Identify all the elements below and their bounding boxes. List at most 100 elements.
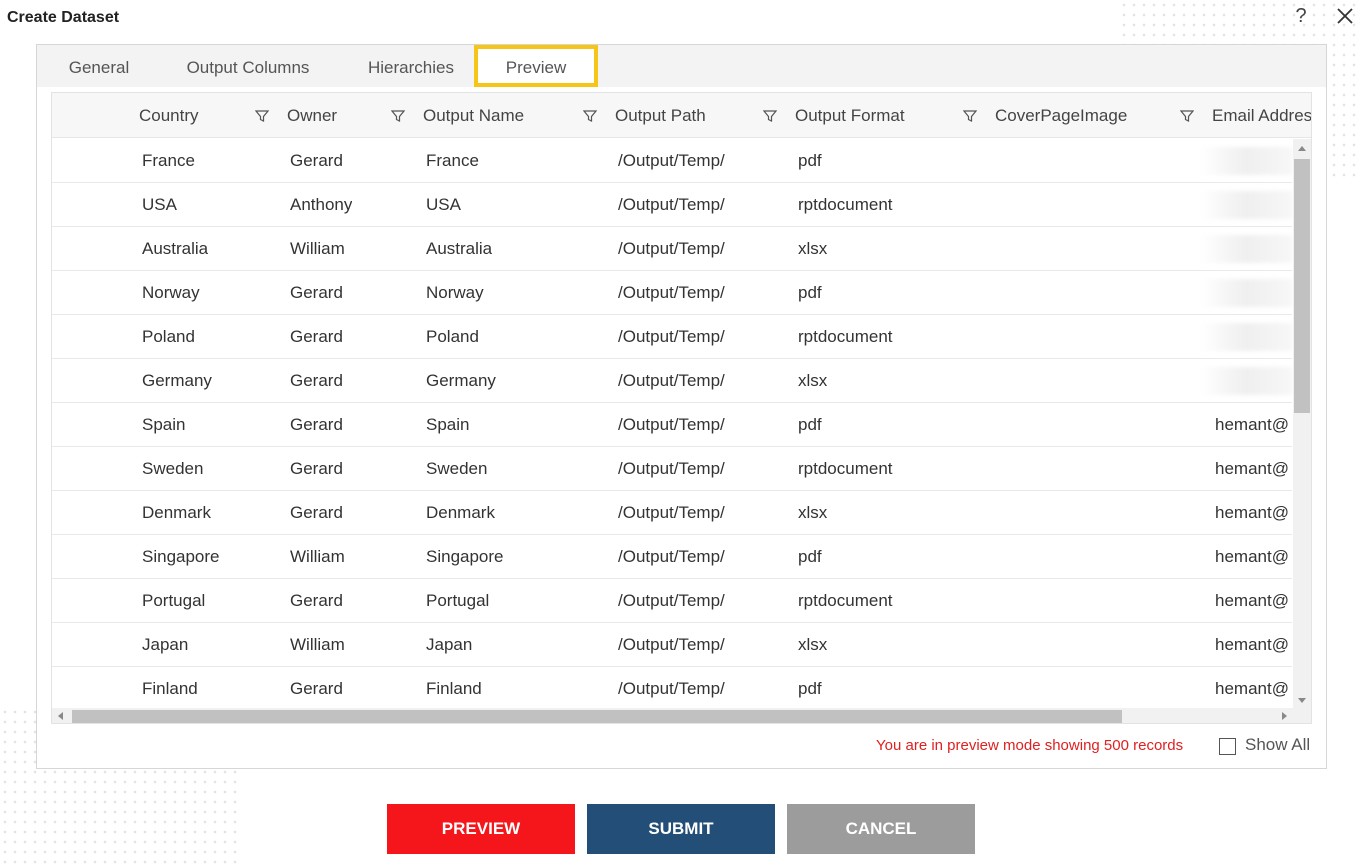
cell-output-name: Singapore [426,547,504,566]
cell-owner: William [290,239,345,258]
column-header-email-address[interactable]: Email Addres [1212,93,1311,138]
cell-output-path: /Output/Temp/ [618,547,725,566]
cell-owner: Gerard [290,459,343,478]
vertical-scroll-thumb[interactable] [1294,159,1310,413]
help-icon[interactable]: ? [1290,2,1312,30]
redacted-email [1200,367,1292,395]
cell-output-name: Spain [426,415,470,434]
dataset-panel: General Output Columns Hierarchies Previ… [36,44,1327,769]
tab-general[interactable]: General [55,45,143,87]
cell-output-path: /Output/Temp/ [618,371,725,390]
filter-icon[interactable] [583,109,597,123]
cell-country: France [142,151,195,170]
close-icon[interactable] [1333,2,1357,30]
scroll-right-icon[interactable] [1282,712,1287,720]
column-header-output-format[interactable]: Output Format [795,93,905,138]
cell-output-format: rptdocument [798,459,893,478]
cell-output-name: Finland [426,679,482,698]
cell-output-path: /Output/Temp/ [618,327,725,346]
table-row[interactable]: Japan William Japan/Output/Temp/xlsx hemant… [52,623,1292,667]
cell-output-format: pdf [798,679,822,698]
column-header-owner[interactable]: Owner [287,93,337,138]
cell-owner: Gerard [290,503,343,522]
column-header-output-path[interactable]: Output Path [615,93,706,138]
filter-icon[interactable] [963,109,977,123]
cell-output-path: /Output/Temp/ [618,415,725,434]
preview-mode-note: You are in preview mode showing 500 reco… [876,737,1184,754]
cell-country: Sweden [142,459,204,478]
horizontal-scrollbar[interactable] [52,708,1293,723]
horizontal-scroll-thumb[interactable] [72,710,1122,723]
cell-output-path: /Output/Temp/ [618,635,725,654]
cell-country: Denmark [142,503,211,522]
cell-output-format: rptdocument [798,591,893,610]
table-row[interactable]: Poland Gerard Poland/Output/Temp/rptdocume… [52,315,1292,359]
cell-owner: Gerard [290,415,343,434]
cell-output-name: Sweden [426,459,488,478]
cell-owner: Gerard [290,151,343,170]
cancel-button[interactable]: CANCEL [787,804,975,854]
show-all-checkbox[interactable] [1219,738,1236,755]
cell-output-name: Norway [426,283,484,302]
filter-icon[interactable] [255,109,269,123]
redacted-email [1200,279,1292,307]
cell-output-format: rptdocument [798,195,893,214]
tab-preview[interactable]: Preview [474,45,598,87]
cell-output-path: /Output/Temp/ [618,151,725,170]
cell-output-path: /Output/Temp/ [618,459,725,478]
tab-output-columns[interactable]: Output Columns [175,45,321,87]
table-row[interactable]: France Gerard France/Output/Temp/pdf [52,139,1292,183]
cell-owner: Gerard [290,371,343,390]
tab-hierarchies[interactable]: Hierarchies [357,45,465,87]
table-row[interactable]: Australia William Australia/Output/Temp/xl… [52,227,1292,271]
cell-email-address: hemant@ [1215,415,1289,434]
cell-email-address: hemant@ [1215,679,1289,698]
cell-owner: Gerard [290,327,343,346]
cell-country: Spain [142,415,186,434]
cell-output-name: Germany [426,371,496,390]
filter-icon[interactable] [391,109,405,123]
scroll-left-icon[interactable] [58,712,63,720]
cell-output-format: pdf [798,547,822,566]
table-row[interactable]: Portugal Gerard Portugal/Output/Temp/rptdo… [52,579,1292,623]
column-header-output-name[interactable]: Output Name [423,93,524,138]
table-row[interactable]: Sweden Gerard Sweden/Output/Temp/rptdocume… [52,447,1292,491]
cell-country: Norway [142,283,200,302]
scroll-up-icon[interactable] [1298,146,1306,151]
cell-email-address: hemant@ [1215,459,1289,478]
redacted-email [1200,323,1292,351]
filter-icon[interactable] [1180,109,1194,123]
cell-output-name: Australia [426,239,493,258]
cell-output-format: xlsx [798,635,828,654]
table-row[interactable]: Spain Gerard Spain/Output/Temp/pdf hemant@ [52,403,1292,447]
cell-owner: William [290,547,345,566]
table-row[interactable]: Finland Gerard Finland/Output/Temp/pdf hema… [52,667,1292,711]
scrollbar-corner [1293,708,1311,723]
cell-output-format: xlsx [798,239,828,258]
column-header-cover-page-image[interactable]: CoverPageImage [995,93,1127,138]
show-all-label[interactable]: Show All [1245,735,1310,755]
submit-button[interactable]: SUBMIT [587,804,775,854]
cell-owner: Anthony [290,195,353,214]
filter-icon[interactable] [763,109,777,123]
tab-bar: General Output Columns Hierarchies Previ… [37,45,1326,87]
vertical-scrollbar[interactable] [1293,139,1311,708]
redacted-email [1200,147,1292,175]
cell-output-format: rptdocument [798,327,893,346]
preview-grid: Country Owner Output Name Output Path Ou… [51,92,1312,724]
cell-owner: Gerard [290,591,343,610]
cell-output-name: Portugal [426,591,490,610]
cell-email-address: hemant@ [1215,503,1289,522]
cell-email-address: hemant@ [1215,635,1289,654]
column-header-country[interactable]: Country [139,93,199,138]
preview-button[interactable]: PREVIEW [387,804,575,854]
table-row[interactable]: USA Anthony USA/Output/Temp/rptdocument [52,183,1292,227]
cell-email-address: hemant@ [1215,547,1289,566]
table-row[interactable]: Norway Gerard Norway/Output/Temp/pdf [52,271,1292,315]
table-row[interactable]: Denmark Gerard Denmark/Output/Temp/xlsx hem… [52,491,1292,535]
cell-country: USA [142,195,177,214]
table-row[interactable]: Singapore William Singapore/Output/Temp/pd… [52,535,1292,579]
cell-country: Finland [142,679,198,698]
table-row[interactable]: Germany Gerard Germany/Output/Temp/xlsx [52,359,1292,403]
scroll-down-icon[interactable] [1298,698,1306,703]
